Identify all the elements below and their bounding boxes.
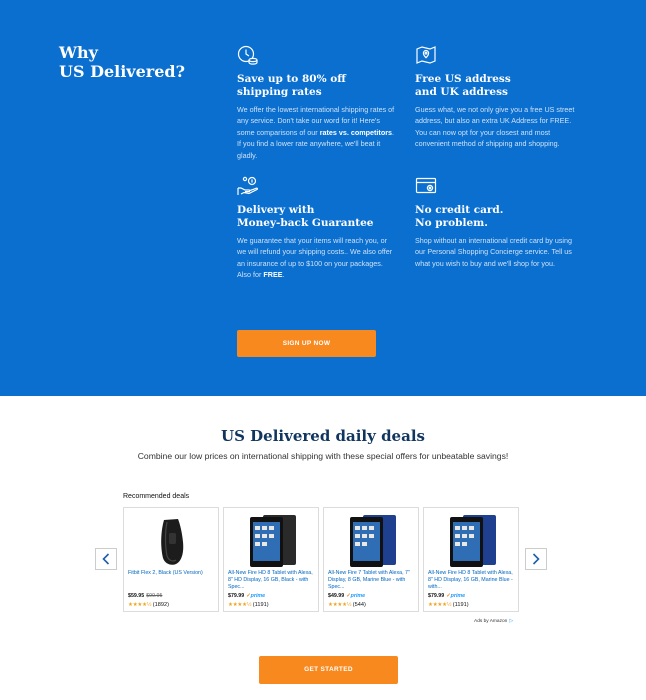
product-price: $59.95 $99.95 <box>128 593 163 599</box>
feature-free-address: Free US address and UK address Guess what… <box>415 44 575 150</box>
prime-badge: ✓prime <box>446 593 466 599</box>
feature-title: Save up to 80% off shipping rates <box>237 73 346 98</box>
hand-money-icon <box>237 176 258 195</box>
why-title-line2: US Delivered? <box>59 62 185 81</box>
product-card[interactable]: All-New Fire HD 8 Tablet with Alexa, 8" … <box>223 507 319 612</box>
feature-text: Guess what, we not only give you a free … <box>415 105 575 149</box>
product-rating: ★★★★½ (1191) <box>428 602 469 608</box>
carousel-prev-button[interactable] <box>95 548 117 570</box>
feature-text: Shop without an international credit car… <box>415 236 573 268</box>
feature-text: We guarantee that your items will reach … <box>237 236 393 280</box>
feature-title: No credit card. No problem. <box>415 204 504 229</box>
chevron-left-icon <box>102 553 110 565</box>
product-rating: ★★★★½ (1191) <box>228 602 269 608</box>
product-title-link[interactable]: All-New Fire HD 8 Tablet with Alexa, 8" … <box>228 570 318 591</box>
product-rating: ★★★★½ (544) <box>328 602 366 608</box>
feature-money-back: Delivery with Money-back Guarantee We gua… <box>237 175 397 281</box>
product-card[interactable]: Fitbit Flex 2, Black (US Version) $59.95… <box>123 507 219 612</box>
tablet-blue-icon <box>450 515 496 567</box>
get-started-button[interactable]: GET STARTED <box>259 656 398 684</box>
feature-text: We offer the lowest international shippi… <box>237 105 395 160</box>
feature-no-credit-card: No credit card. No problem. Shop without … <box>415 175 575 269</box>
deals-title: US Delivered daily deals <box>221 427 425 445</box>
product-price: $49.99 ✓prime <box>328 593 366 599</box>
sign-up-button[interactable]: SIGN UP NOW <box>237 330 376 357</box>
carousel-next-button[interactable] <box>525 548 547 570</box>
fitness-band-icon <box>161 519 184 565</box>
tablet-blue-icon <box>350 515 396 567</box>
rates-vs-competitors-link[interactable]: rates vs. competitors <box>320 128 392 137</box>
clock-coins-icon <box>237 45 258 65</box>
prime-badge: ✓prime <box>246 593 266 599</box>
map-pin-icon <box>416 46 436 64</box>
star-rating-icon: ★★★★½ <box>228 602 252 608</box>
credit-card-icon <box>415 177 437 194</box>
why-section: Why US Delivered? Save up to 80% off ship… <box>0 0 646 396</box>
star-rating-icon: ★★★★½ <box>428 602 452 608</box>
product-rating: ★★★★½ (1892) <box>128 602 169 608</box>
ad-choices-icon: ▷ <box>509 618 514 624</box>
star-rating-icon: ★★★★½ <box>128 602 152 608</box>
product-title-link[interactable]: All-New Fire HD 8 Tablet with Alexa, 8" … <box>428 570 518 591</box>
why-title: Why US Delivered? <box>59 43 185 81</box>
feature-save-rates: Save up to 80% off shipping rates We offe… <box>237 44 397 161</box>
tablet-black-icon <box>250 515 296 567</box>
why-title-line1: Why <box>59 43 98 62</box>
deals-subtitle: Combine our low prices on international … <box>137 451 509 461</box>
ads-by-amazon[interactable]: Ads by Amazon ▷ <box>474 618 513 624</box>
star-rating-icon: ★★★★½ <box>328 602 352 608</box>
feature-title: Free US address and UK address <box>415 73 511 98</box>
feature-title: Delivery with Money-back Guarantee <box>237 204 374 229</box>
product-card[interactable]: All-New Fire HD 8 Tablet with Alexa, 8" … <box>423 507 519 612</box>
chevron-right-icon <box>532 553 540 565</box>
product-title-link[interactable]: All-New Fire 7 Tablet with Alexa, 7" Dis… <box>328 570 418 591</box>
product-card[interactable]: All-New Fire 7 Tablet with Alexa, 7" Dis… <box>323 507 419 612</box>
product-title-link[interactable]: Fitbit Flex 2, Black (US Version) <box>128 570 218 591</box>
prime-badge: ✓prime <box>346 593 366 599</box>
recommended-deals-label: Recommended deals <box>123 493 190 500</box>
product-price: $79.99 ✓prime <box>228 593 266 599</box>
product-price: $79.99 ✓prime <box>428 593 466 599</box>
